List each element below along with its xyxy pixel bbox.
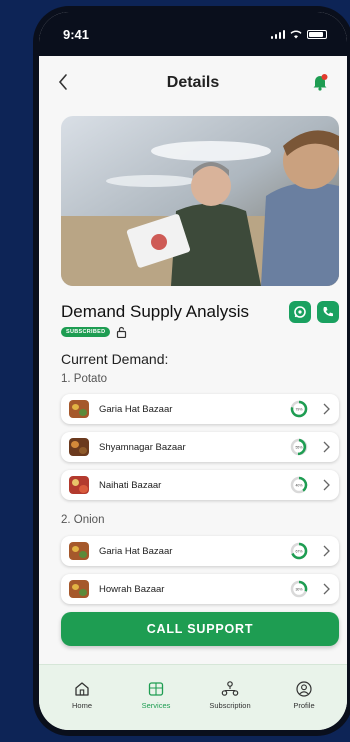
nav-label: Profile <box>293 700 315 710</box>
bell-icon[interactable] <box>311 73 329 91</box>
chevron-right-icon[interactable] <box>322 403 331 415</box>
hero-image <box>61 116 339 286</box>
status-icons <box>270 29 327 39</box>
market-row[interactable]: Naihati Bazaar 40% <box>61 470 339 500</box>
group-label-potato: 1. Potato <box>61 373 108 385</box>
market-row[interactable]: Howrah Bazaar 30% <box>61 574 339 604</box>
demand-percent: 30% <box>295 588 302 592</box>
group-label-onion: 2. Onion <box>61 514 105 526</box>
market-name: Naihati Bazaar <box>99 479 162 491</box>
chevron-left-icon[interactable] <box>57 73 69 91</box>
current-demand-heading: Current Demand: <box>61 351 169 367</box>
chevron-right-icon[interactable] <box>322 441 331 453</box>
status-bar: 9:41 <box>39 12 347 56</box>
subscription-icon <box>221 680 239 696</box>
home-icon <box>75 681 89 696</box>
nav-item-home[interactable]: Home <box>52 680 112 710</box>
market-row[interactable]: Shyamnagar Bazaar 55% <box>61 432 339 462</box>
demand-percent: 55% <box>295 446 302 450</box>
market-thumbnail <box>69 580 89 598</box>
whatsapp-icon <box>294 306 306 318</box>
signal-icon <box>270 29 285 39</box>
nav-item-profile[interactable]: Profile <box>274 680 334 710</box>
nav-item-subscription[interactable]: Subscription <box>200 680 260 710</box>
nav-label: Home <box>71 700 92 710</box>
chevron-right-icon[interactable] <box>322 583 331 595</box>
service-title: Demand Supply Analysis <box>61 302 250 321</box>
subscribed-badge: SUBSCRIBED <box>61 327 111 337</box>
phone-frame: 9:41 Details Demand Supply Analysis SUBS… <box>33 6 350 736</box>
battery-icon <box>307 29 327 39</box>
subscription-status: SUBSCRIBED <box>61 326 127 338</box>
service-actions <box>289 301 339 323</box>
market-thumbnail <box>69 438 89 456</box>
status-time: 9:41 <box>63 26 90 42</box>
demand-percent: 67% <box>295 550 302 554</box>
profile-icon <box>296 680 312 697</box>
service-title-row: Demand Supply Analysis <box>61 300 339 324</box>
nav-item-services[interactable]: Services <box>126 680 186 710</box>
wifi-icon <box>290 30 302 38</box>
market-row[interactable]: Garia Hat Bazaar 67% <box>61 536 339 566</box>
chevron-right-icon[interactable] <box>322 479 331 491</box>
chevron-right-icon[interactable] <box>322 545 331 557</box>
demand-gauge-icon: 40% <box>290 476 308 494</box>
demand-percent: 79% <box>295 408 302 412</box>
demand-percent: 40% <box>295 484 302 488</box>
market-name: Shyamnagar Bazaar <box>99 441 186 453</box>
market-row[interactable]: Garia Hat Bazaar 79% <box>61 394 339 424</box>
demand-gauge-icon: 67% <box>290 542 308 560</box>
header: Details <box>39 68 347 98</box>
app-screen: 9:41 Details Demand Supply Analysis SUBS… <box>39 12 347 730</box>
demand-gauge-icon: 55% <box>290 438 308 456</box>
market-thumbnail <box>69 476 89 494</box>
market-thumbnail <box>69 400 89 418</box>
demand-gauge-icon: 79% <box>290 400 308 418</box>
call-support-button[interactable]: CALL SUPPORT <box>61 612 339 646</box>
bottom-nav: Home Services Subscription Profile <box>39 664 347 730</box>
page-title: Details <box>166 74 220 91</box>
market-name: Howrah Bazaar <box>99 583 165 595</box>
demand-gauge-icon: 30% <box>290 580 308 598</box>
nav-label: Services <box>141 700 171 710</box>
market-thumbnail <box>69 542 89 560</box>
services-icon <box>148 681 164 696</box>
nav-label: Subscription <box>209 700 251 710</box>
market-name: Garia Hat Bazaar <box>99 545 173 557</box>
phone-button[interactable] <box>317 301 339 323</box>
whatsapp-button[interactable] <box>289 301 311 323</box>
phone-icon <box>323 307 333 317</box>
market-name: Garia Hat Bazaar <box>99 403 173 415</box>
lock-open-icon <box>117 326 127 338</box>
